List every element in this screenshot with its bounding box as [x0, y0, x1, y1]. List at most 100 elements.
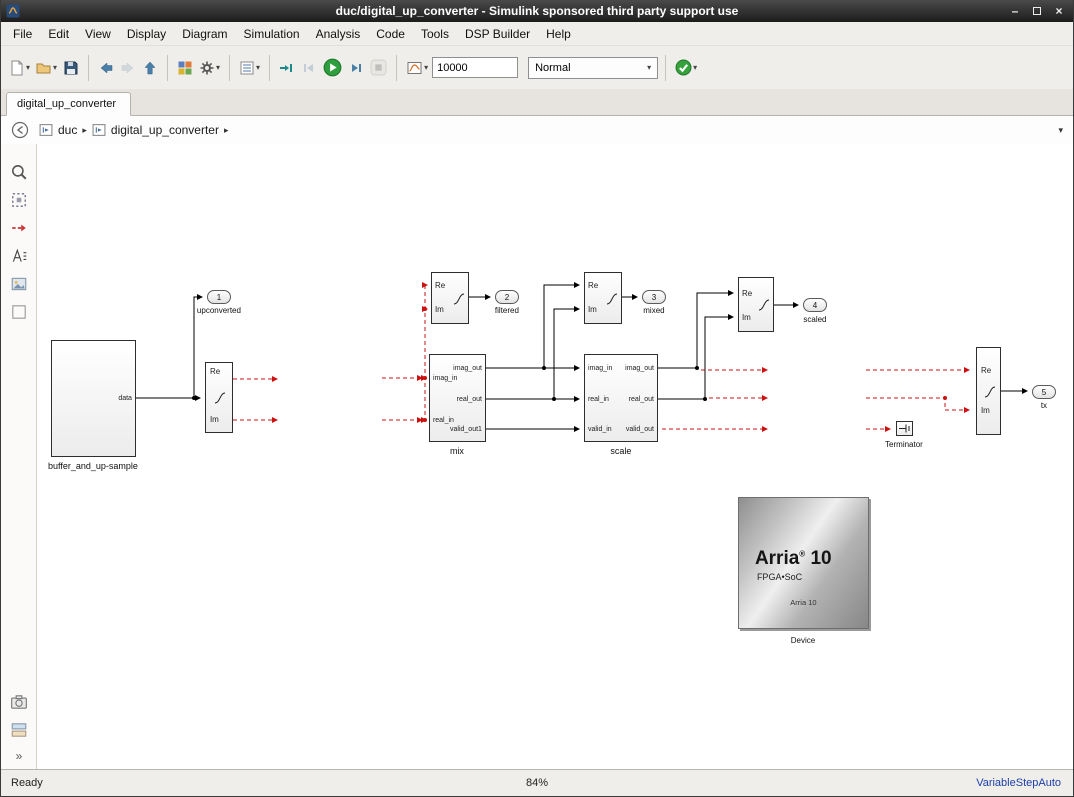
forward-arrow-icon — [120, 60, 136, 76]
menu-help[interactable]: Help — [538, 24, 579, 44]
block-real-imag-to-complex-2[interactable]: Re Im — [431, 272, 469, 324]
step-forward-icon — [348, 60, 364, 76]
port-label: valid_out1 — [450, 426, 482, 433]
block-buffer-and-up-sample[interactable]: data — [51, 340, 136, 457]
port-label-re: Re — [435, 282, 445, 290]
port-label: imag_out — [625, 365, 654, 372]
library-browser-button[interactable] — [175, 57, 195, 79]
stop-button[interactable] — [368, 56, 389, 79]
menu-view[interactable]: View — [77, 24, 119, 44]
close-button[interactable]: × — [1049, 2, 1069, 20]
menu-simulation[interactable]: Simulation — [236, 24, 308, 44]
annotation-icon[interactable] — [10, 247, 28, 265]
hide-browser-icon[interactable] — [11, 121, 29, 139]
window-title: duc/digital_up_converter - Simulink spon… — [336, 4, 739, 18]
back-button[interactable] — [96, 57, 116, 79]
transfer-curve-icon — [453, 293, 465, 305]
block-mix[interactable]: imag_out imag_in real_out real_in valid_… — [429, 354, 486, 442]
legend-layers-icon[interactable] — [10, 721, 28, 739]
outport-3[interactable]: 3 — [642, 290, 666, 304]
run-icon — [323, 58, 342, 77]
block-device-arria10[interactable]: Arria® 10 FPGA•SoC Arria 10 — [738, 497, 869, 629]
model-canvas[interactable]: data buffer_and_up-sample Re Im 1 upconv… — [37, 144, 1073, 769]
area-box-icon[interactable] — [10, 303, 28, 321]
port-label: real_out — [629, 396, 654, 403]
maximize-button[interactable] — [1027, 2, 1047, 20]
simulation-stop-time-input[interactable] — [432, 57, 518, 78]
block-real-imag-to-complex-5[interactable]: Re Im — [976, 347, 1001, 435]
model-advisor-button[interactable]: ▾ — [673, 56, 699, 79]
device-chip-text: Arria 10 — [739, 598, 868, 607]
open-model-button[interactable]: ▾ — [34, 57, 59, 79]
model-icon — [39, 123, 53, 137]
minimize-button[interactable]: – — [1005, 2, 1025, 20]
block-terminator[interactable] — [896, 421, 913, 436]
port-label-im: Im — [742, 314, 751, 322]
forward-button[interactable] — [118, 57, 138, 79]
toolbar-separator — [229, 55, 230, 81]
toolbar-separator — [396, 55, 397, 81]
zoom-icon[interactable] — [10, 163, 28, 181]
model-settings-button[interactable]: ▾ — [237, 57, 262, 79]
save-icon — [63, 60, 79, 76]
up-to-parent-button[interactable] — [140, 57, 160, 79]
outport-1[interactable]: 1 — [207, 290, 231, 304]
outport-number: 3 — [652, 293, 656, 302]
maximize-icon — [1033, 7, 1041, 15]
window-controls: – × — [1005, 0, 1069, 22]
port-label-im: Im — [588, 306, 597, 314]
block-scale[interactable]: imag_in imag_out real_in real_out valid_… — [584, 354, 658, 442]
port-label: imag_out — [453, 365, 482, 372]
block-real-imag-to-complex-3[interactable]: Re Im — [584, 272, 622, 324]
solver-name[interactable]: VariableStepAuto — [976, 777, 1061, 789]
port-label-im: Im — [981, 407, 990, 415]
port-label: imag_in — [433, 375, 458, 382]
expand-palette-icon[interactable]: » — [10, 747, 28, 765]
save-button[interactable] — [61, 57, 81, 79]
menu-file[interactable]: File — [5, 24, 40, 44]
step-back-button[interactable] — [299, 57, 319, 79]
simulink-window: duc/digital_up_converter - Simulink spon… — [0, 0, 1074, 797]
outport-4[interactable]: 4 — [803, 298, 827, 312]
menu-code[interactable]: Code — [368, 24, 413, 44]
tab-bar: digital_up_converter — [1, 89, 1073, 116]
menu-display[interactable]: Display — [119, 24, 174, 44]
model-configuration-button[interactable]: ▾ — [197, 57, 222, 79]
image-icon[interactable] — [10, 275, 28, 293]
breadcrumb-separator-icon: ▸ — [82, 125, 87, 136]
transfer-curve-icon — [758, 299, 770, 311]
chevron-down-icon: ▾ — [26, 63, 30, 72]
breadcrumb-dropdown-icon[interactable]: ▾ — [1058, 125, 1063, 136]
library-browser-icon — [177, 60, 193, 76]
menu-analysis[interactable]: Analysis — [308, 24, 369, 44]
outport-5[interactable]: 5 — [1032, 385, 1056, 399]
signal-line-icon[interactable] — [10, 219, 28, 237]
step-forward-button[interactable] — [346, 57, 366, 79]
back-arrow-icon — [98, 60, 114, 76]
breadcrumb-item-digital-up-converter[interactable]: digital_up_converter — [111, 123, 219, 137]
menu-diagram[interactable]: Diagram — [174, 24, 235, 44]
fit-to-view-icon[interactable] — [10, 191, 28, 209]
menu-tools[interactable]: Tools — [413, 24, 457, 44]
status-ready: Ready — [11, 777, 43, 789]
run-button[interactable] — [321, 55, 344, 80]
outport-2[interactable]: 2 — [495, 290, 519, 304]
menu-dsp-builder[interactable]: DSP Builder — [457, 24, 538, 44]
menu-edit[interactable]: Edit — [40, 24, 77, 44]
block-complex-to-real-imag-1[interactable]: Re Im — [205, 362, 233, 433]
port-label: real_out — [457, 396, 482, 403]
gear-icon — [199, 60, 215, 76]
data-inspector-button[interactable]: ▾ — [404, 57, 430, 79]
block-real-imag-to-complex-4[interactable]: Re Im — [738, 277, 774, 332]
update-diagram-button[interactable] — [277, 57, 297, 79]
simulation-mode-select[interactable]: Normal ▾ — [528, 57, 658, 79]
port-label-im: Im — [435, 306, 444, 314]
tab-digital-up-converter[interactable]: digital_up_converter — [6, 92, 131, 116]
menu-bar: File Edit View Display Diagram Simulatio… — [1, 22, 1073, 46]
screenshot-camera-icon[interactable] — [10, 693, 28, 711]
breadcrumb-item-duc[interactable]: duc — [58, 123, 77, 137]
chevron-down-icon: ▾ — [216, 63, 220, 72]
new-model-button[interactable]: ▾ — [7, 57, 32, 79]
port-label: data — [118, 395, 132, 402]
breadcrumb: duc ▸ digital_up_converter ▸ ▾ — [1, 116, 1073, 144]
